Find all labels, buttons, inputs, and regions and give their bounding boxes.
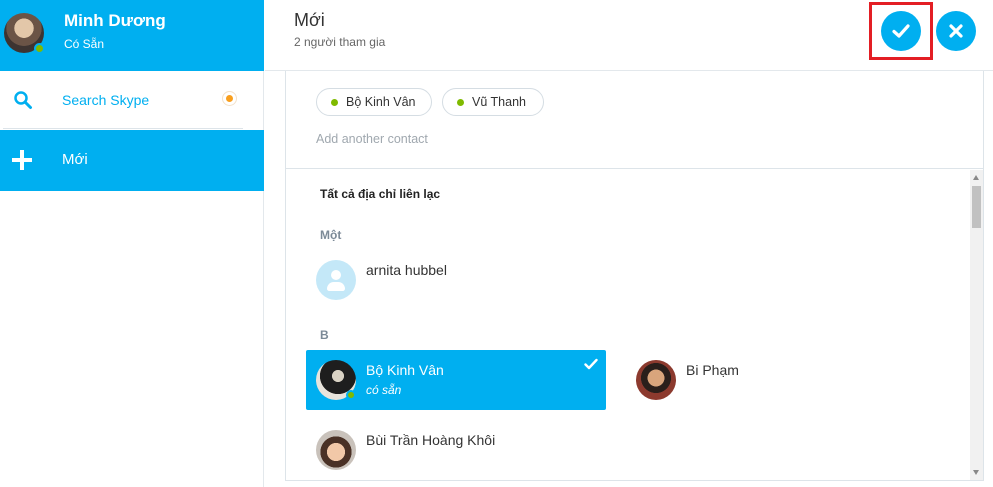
add-participants-panel: Bộ Kinh Vân Vũ Thanh Add another contact… xyxy=(285,71,984,481)
new-conversation-item[interactable]: Mới xyxy=(0,130,264,191)
presence-available-icon xyxy=(346,390,356,400)
checkmark-icon xyxy=(584,358,598,370)
notification-dot-icon xyxy=(222,91,237,106)
search-label: Search Skype xyxy=(62,92,150,108)
contact-name: arnita hubbel xyxy=(366,262,447,278)
conversation-header: Mới 2 người tham gia xyxy=(265,0,993,71)
presence-available-icon xyxy=(34,43,45,54)
cancel-button[interactable] xyxy=(936,11,976,51)
contact-item[interactable]: Bùi Trần Hoàng Khôi xyxy=(306,420,606,480)
page-title: Mới xyxy=(294,10,325,30)
section-title: Tất cả địa chỉ liên lạc xyxy=(320,187,441,201)
sidebar: Minh Dương Có Sẵn Search Skype Mới xyxy=(0,0,264,487)
checkmark-icon xyxy=(892,24,910,38)
contact-name: Bi Phạm xyxy=(686,362,739,378)
search-skype-input[interactable]: Search Skype xyxy=(0,71,264,129)
contact-item-selected[interactable]: Bộ Kinh Vân có sẵn xyxy=(306,350,606,410)
chip-label: Bộ Kinh Vân xyxy=(346,95,416,109)
avatar xyxy=(316,430,356,470)
plus-icon xyxy=(12,150,32,170)
default-avatar-icon xyxy=(316,260,356,300)
confirm-button[interactable] xyxy=(881,11,921,51)
profile-name: Minh Dương xyxy=(64,11,166,30)
contact-name: Bùi Trần Hoàng Khôi xyxy=(366,432,496,448)
contact-status: có sẵn xyxy=(366,383,402,397)
contact-list[interactable]: Tất cả địa chỉ liên lạc Một arnita hubbe… xyxy=(286,170,970,480)
contact-item[interactable]: arnita hubbel xyxy=(306,250,606,310)
selected-participants: Bộ Kinh Vân Vũ Thanh Add another contact xyxy=(286,71,983,169)
search-icon xyxy=(14,91,32,109)
scrollbar[interactable] xyxy=(970,170,983,480)
contact-name: Bộ Kinh Vân xyxy=(366,362,444,378)
contact-item[interactable]: Bi Phạm xyxy=(626,350,926,410)
group-label: Một xyxy=(320,228,342,242)
chip-label: Vũ Thanh xyxy=(472,95,526,109)
participant-count: 2 người tham gia xyxy=(294,35,386,49)
group-label: B xyxy=(320,328,329,342)
participant-chip[interactable]: Bộ Kinh Vân xyxy=(316,88,432,116)
presence-dot-icon xyxy=(331,99,338,106)
new-conversation-label: Mới xyxy=(62,151,88,168)
participant-chip[interactable]: Vũ Thanh xyxy=(442,88,544,116)
add-contact-input[interactable]: Add another contact xyxy=(316,132,616,146)
skype-app: Minh Dương Có Sẵn Search Skype Mới Mới 2… xyxy=(0,0,993,487)
scroll-up-arrow-icon[interactable] xyxy=(973,175,979,180)
avatar xyxy=(636,360,676,400)
profile-status[interactable]: Có Sẵn xyxy=(64,37,104,51)
presence-dot-icon xyxy=(457,99,464,106)
scrollbar-thumb[interactable] xyxy=(972,186,981,228)
scroll-down-arrow-icon[interactable] xyxy=(973,470,979,475)
profile-header[interactable]: Minh Dương Có Sẵn xyxy=(0,0,264,71)
close-icon xyxy=(949,24,963,38)
divider xyxy=(3,128,243,129)
